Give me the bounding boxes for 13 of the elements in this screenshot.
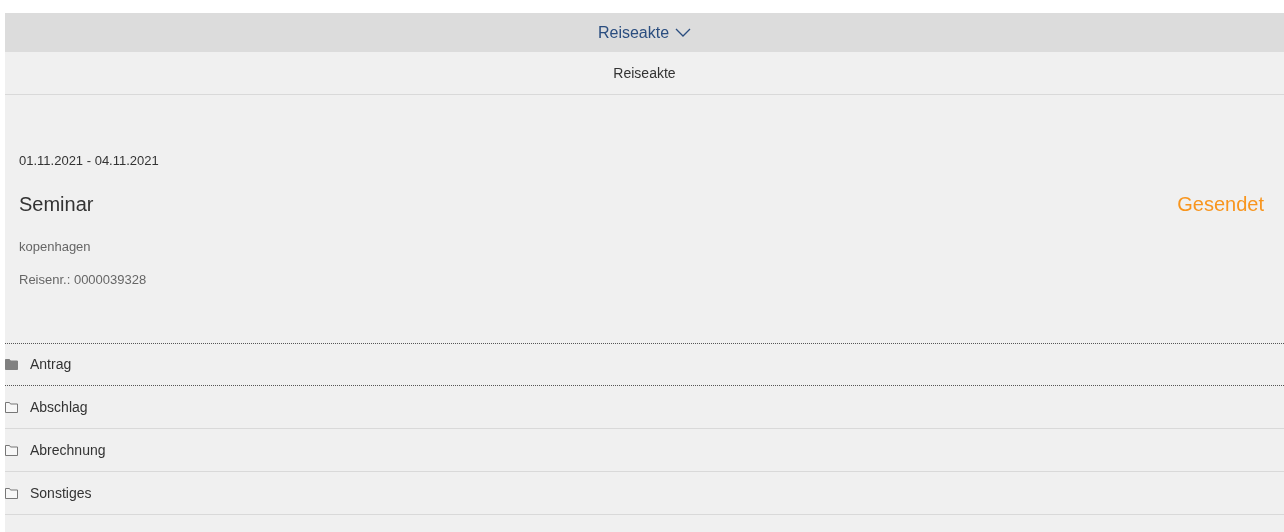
- folder-item[interactable]: Antrag: [5, 343, 1284, 386]
- folder-icon: [5, 401, 18, 413]
- folder-icon: [5, 487, 18, 499]
- trip-number: Reisenr.: 0000039328: [19, 271, 148, 289]
- chevron-down-icon: [675, 28, 692, 37]
- page-title: Reiseakte: [613, 63, 676, 83]
- status-text: Gesendet: [1177, 191, 1264, 217]
- app-title-menu[interactable]: Reiseakte: [597, 20, 692, 45]
- date-range: 01.11.2021 - 04.11.2021: [19, 152, 160, 170]
- trip-title: Seminar: [19, 191, 94, 217]
- location-text: kopenhagen: [19, 237, 92, 256]
- folder-icon: [5, 359, 18, 370]
- folder-icon: [5, 444, 18, 456]
